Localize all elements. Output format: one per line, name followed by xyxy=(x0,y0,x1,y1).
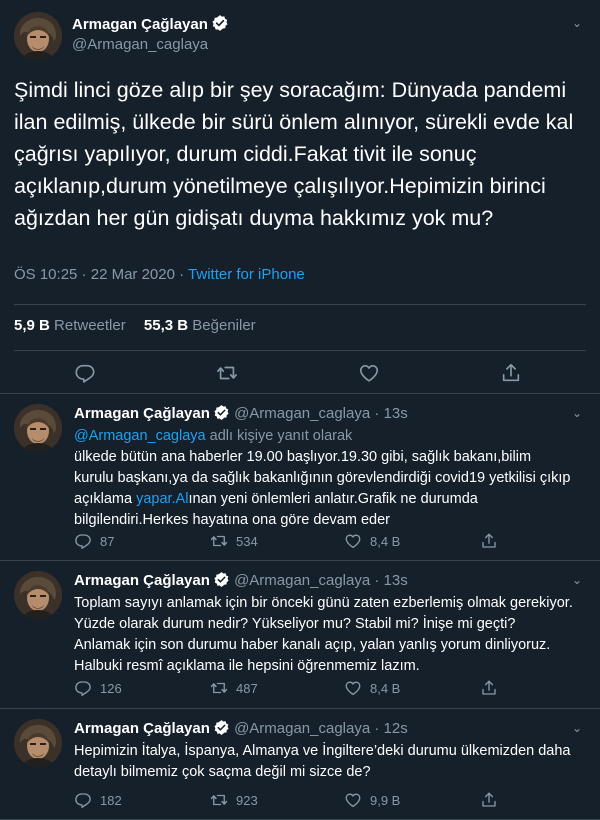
likes-stat[interactable]: 55,3 B Beğeniler xyxy=(144,317,256,334)
replying-to-label: adlı kişiye yanıt olarak xyxy=(205,428,353,444)
reply-icon xyxy=(74,532,92,550)
reply-tweet[interactable]: Armagan Çağlayan @Armagan_caglaya · 12s … xyxy=(0,709,600,820)
reply-icon[interactable] xyxy=(74,362,96,384)
reply-tweet[interactable]: Armagan Çağlayan @Armagan_caglaya · 13s … xyxy=(0,394,600,561)
author-name[interactable]: Armagan Çağlayan xyxy=(74,405,210,422)
tweet-time[interactable]: ÖS 10:25 xyxy=(14,266,77,283)
reply-header: Armagan Çağlayan @Armagan_caglaya · 13s xyxy=(74,404,408,422)
share-icon xyxy=(480,532,498,550)
retweets-count: 5,9 B xyxy=(14,317,50,334)
tweet-age[interactable]: · 13s xyxy=(374,405,407,422)
reply-action[interactable]: 182 xyxy=(74,791,122,809)
like-action[interactable]: 9,9 B xyxy=(344,791,400,809)
like-icon xyxy=(344,532,362,550)
tweet-text: Toplam sayıyı anlamak için bir önceki gü… xyxy=(74,595,573,674)
share-icon[interactable] xyxy=(500,362,522,384)
reply-action[interactable]: 126 xyxy=(74,679,122,697)
chevron-down-icon[interactable]: ⌄ xyxy=(572,573,582,587)
retweet-icon xyxy=(210,532,228,550)
reply-body: @Armagan_caglaya adlı kişiye yanıt olara… xyxy=(74,426,574,531)
author-name[interactable]: Armagan Çağlayan xyxy=(74,720,210,737)
retweet-action[interactable]: 487 xyxy=(210,679,258,697)
reply-icon xyxy=(74,791,92,809)
author-handle[interactable]: @Armagan_caglaya xyxy=(234,572,370,589)
chevron-down-icon[interactable]: ⌄ xyxy=(572,16,582,30)
reply-count: 126 xyxy=(100,681,122,696)
share-action[interactable] xyxy=(480,532,506,550)
share-icon xyxy=(480,791,498,809)
avatar[interactable] xyxy=(14,12,62,60)
likes-label: Beğeniler xyxy=(192,317,256,334)
tweet-age[interactable]: · 12s xyxy=(374,720,407,737)
divider xyxy=(14,350,586,351)
retweet-action[interactable]: 923 xyxy=(210,791,258,809)
retweet-icon[interactable] xyxy=(216,362,238,384)
tweet-source[interactable]: Twitter for iPhone xyxy=(188,266,305,283)
retweet-action[interactable]: 534 xyxy=(210,532,258,550)
divider xyxy=(14,304,586,305)
reply-tweet[interactable]: Armagan Çağlayan @Armagan_caglaya · 13s … xyxy=(0,561,600,709)
verified-badge-icon xyxy=(213,719,230,736)
avatar[interactable] xyxy=(14,571,62,619)
author-handle[interactable]: @Armagan_caglaya xyxy=(234,405,370,422)
author-handle[interactable]: @Armagan_caglaya xyxy=(234,720,370,737)
chevron-down-icon[interactable]: ⌄ xyxy=(572,406,582,420)
reply-count: 182 xyxy=(100,793,122,808)
verified-badge-icon xyxy=(213,404,230,421)
avatar[interactable] xyxy=(14,404,62,452)
tweet-text: Hepimizin İtalya, İspanya, Almanya ve İn… xyxy=(74,743,571,780)
like-icon xyxy=(344,679,362,697)
retweet-count: 534 xyxy=(236,534,258,549)
like-count: 8,4 B xyxy=(370,534,401,549)
retweet-icon xyxy=(210,791,228,809)
reply-icon xyxy=(74,679,92,697)
main-tweet: Armagan Çağlayan @Armagan_caglaya ⌄ Şimd… xyxy=(0,0,600,394)
chevron-down-icon[interactable]: ⌄ xyxy=(572,721,582,735)
retweets-stat[interactable]: 5,9 B Retweetler xyxy=(14,317,126,334)
reply-count: 87 xyxy=(100,534,115,549)
share-icon xyxy=(480,679,498,697)
tweet-stats: 5,9 B Retweetler 55,3 B Beğeniler xyxy=(14,317,270,334)
share-action[interactable] xyxy=(480,791,506,809)
tweet-date[interactable]: 22 Mar 2020 xyxy=(91,266,175,283)
likes-count: 55,3 B xyxy=(143,317,189,334)
author-handle[interactable]: @Armagan_caglaya xyxy=(72,36,208,53)
avatar[interactable] xyxy=(14,719,62,767)
tweet-link[interactable]: yapar.Al xyxy=(136,491,188,507)
retweets-label: Retweetler xyxy=(54,317,126,334)
reply-header: Armagan Çağlayan @Armagan_caglaya · 12s xyxy=(74,719,408,737)
verified-badge-icon xyxy=(213,571,230,588)
tweet-text: Şimdi linci göze alıp bir şey soracağım:… xyxy=(14,78,574,230)
like-action[interactable]: 8,4 B xyxy=(344,532,400,550)
author-name[interactable]: Armagan Çağlayan xyxy=(72,16,208,33)
like-action[interactable]: 8,4 B xyxy=(344,679,400,697)
replying-to-link[interactable]: @Armagan_caglaya xyxy=(74,428,206,444)
like-count: 8,4 B xyxy=(370,681,401,696)
retweet-count: 923 xyxy=(236,793,258,808)
author-name-wrap[interactable]: Armagan Çağlayan xyxy=(72,14,229,33)
like-icon[interactable] xyxy=(358,362,380,384)
retweet-count: 487 xyxy=(236,681,258,696)
reply-action[interactable]: 87 xyxy=(74,532,114,550)
tweet-age[interactable]: · 13s xyxy=(374,572,407,589)
share-action[interactable] xyxy=(480,679,506,697)
reply-header: Armagan Çağlayan @Armagan_caglaya · 13s xyxy=(74,571,408,589)
author-name[interactable]: Armagan Çağlayan xyxy=(74,572,210,589)
tweet-meta: ÖS 10:25 · 22 Mar 2020 · Twitter for iPh… xyxy=(14,266,305,283)
verified-badge-icon xyxy=(211,14,229,32)
like-icon xyxy=(344,791,362,809)
retweet-icon xyxy=(210,679,228,697)
like-count: 9,9 B xyxy=(370,793,401,808)
tweet-actions xyxy=(0,362,600,386)
